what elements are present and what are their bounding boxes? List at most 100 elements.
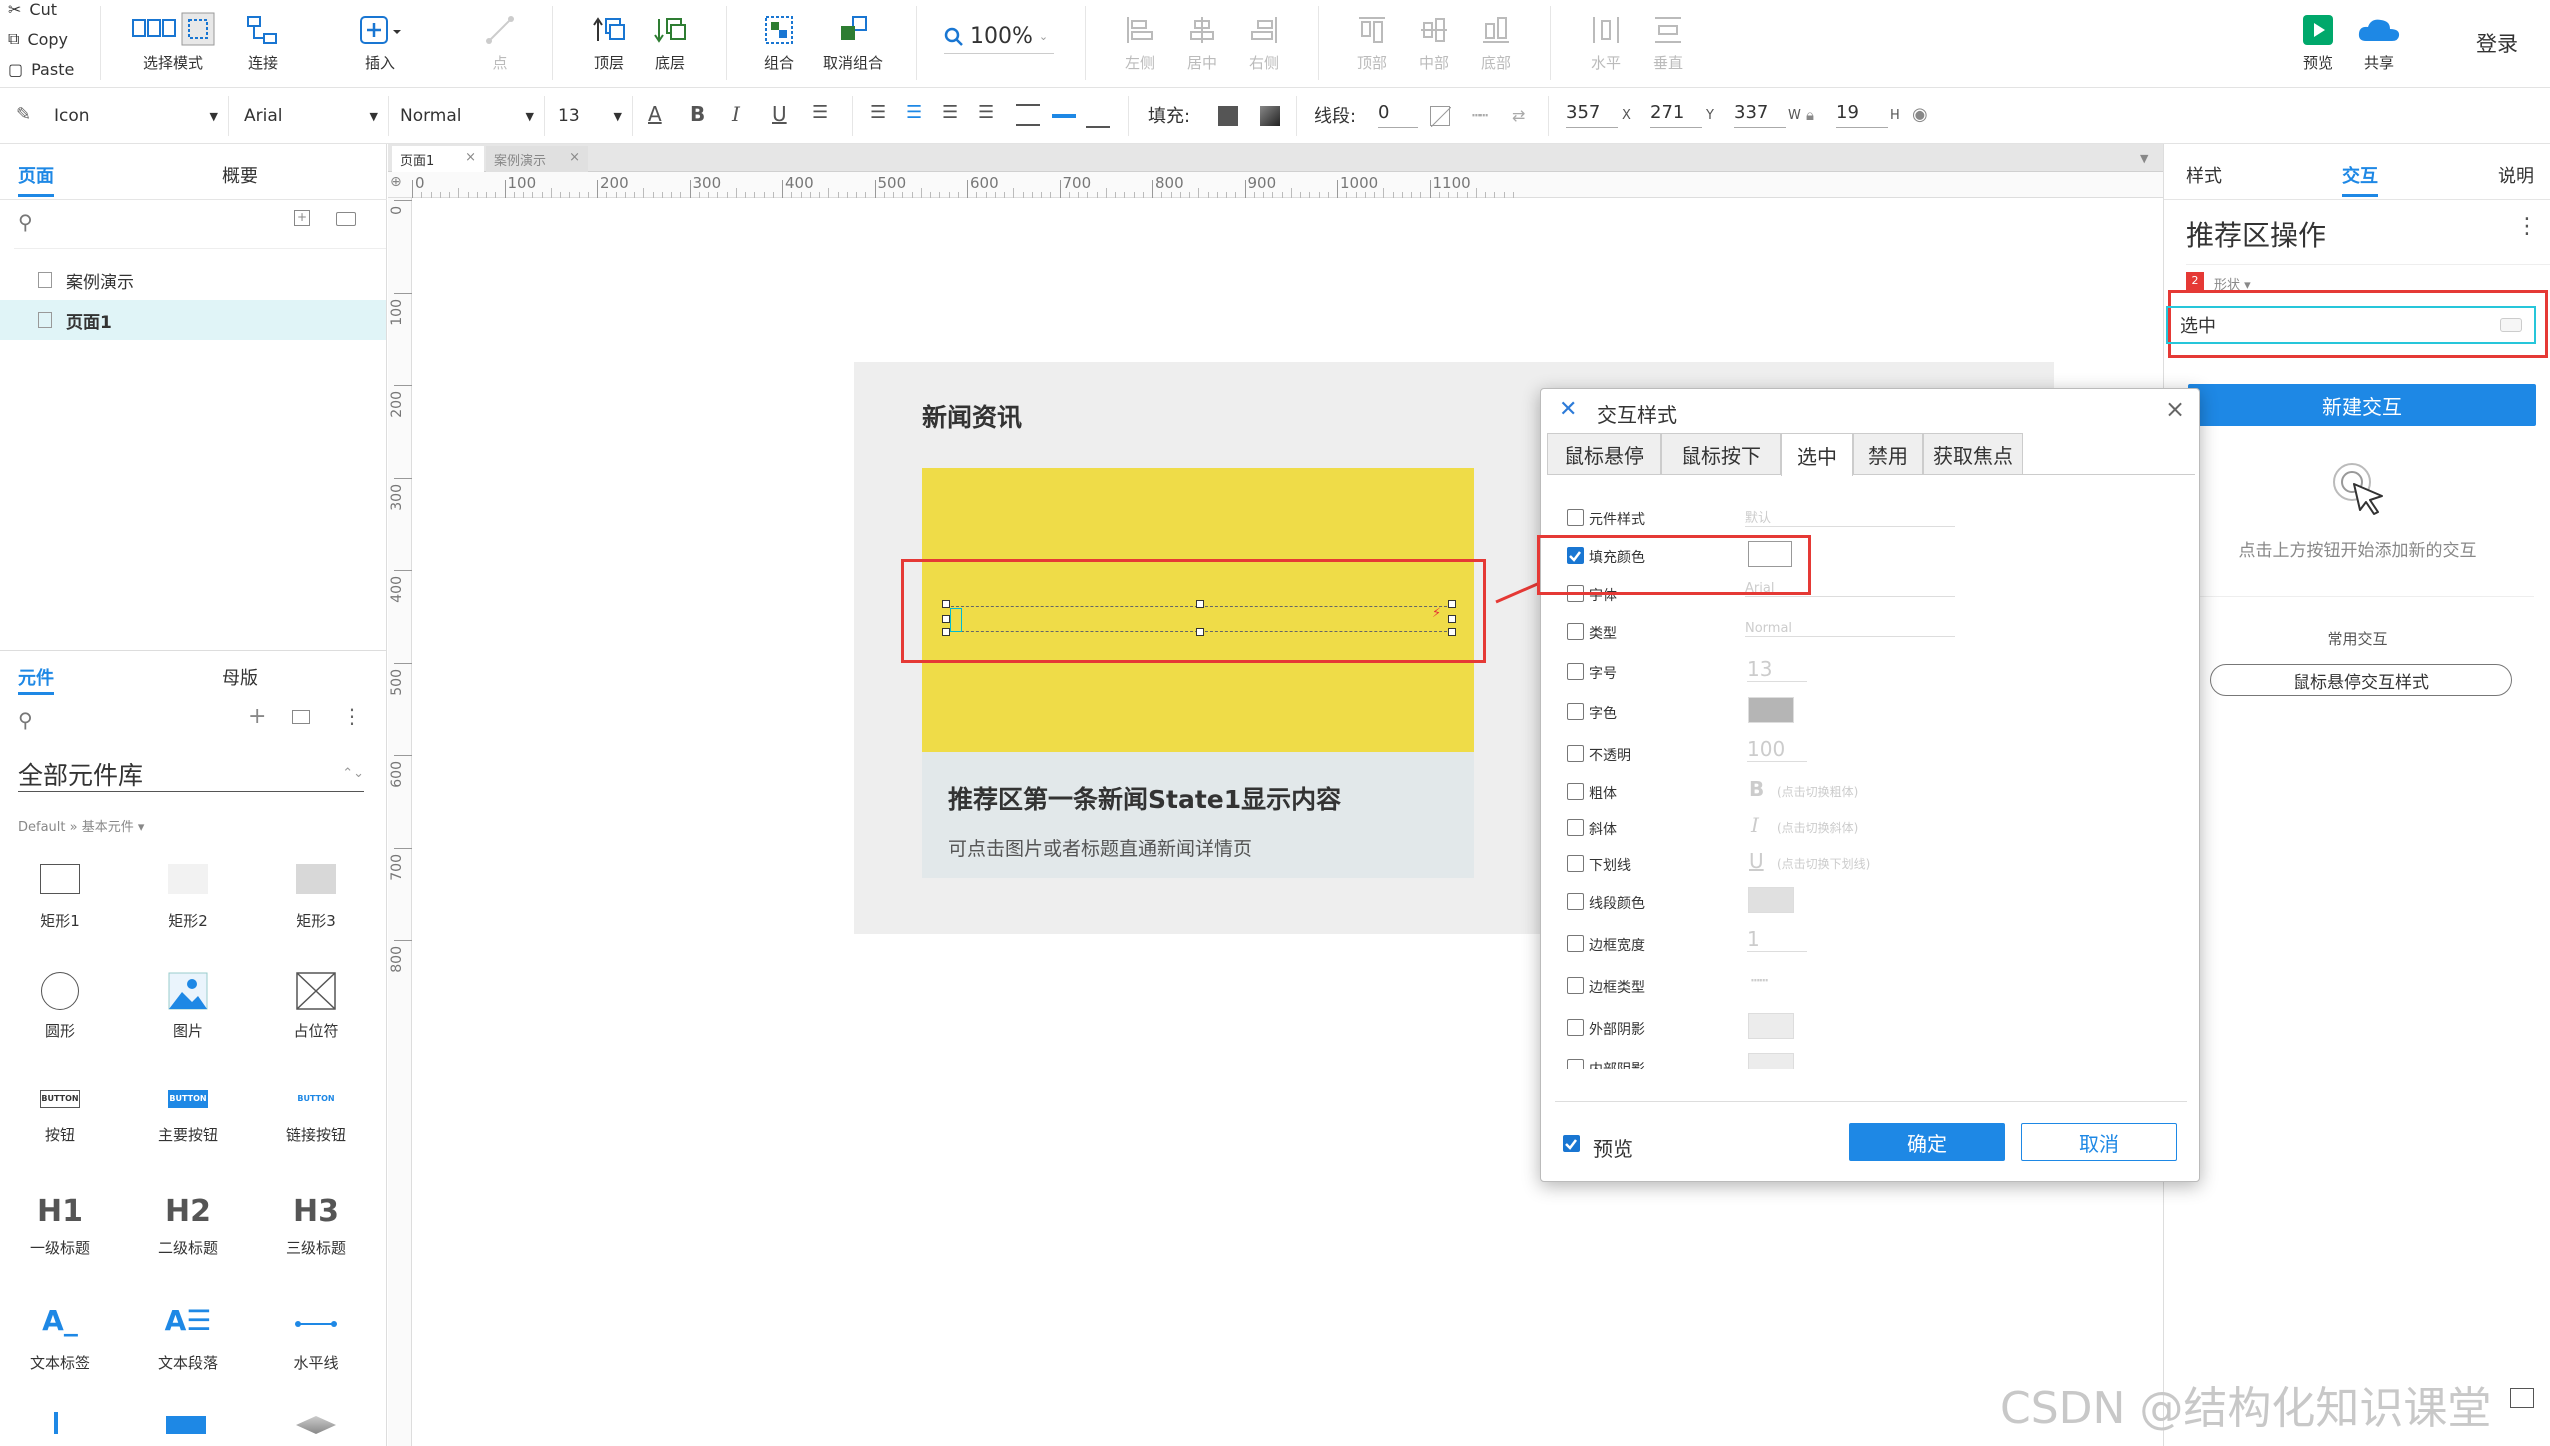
more-vertical-icon[interactable]: ⋮ — [2516, 214, 2538, 239]
search-icon[interactable]: ⚲ — [18, 708, 33, 732]
bold-icon[interactable]: B — [690, 102, 705, 126]
cancel-button[interactable]: 取消 — [2021, 1123, 2177, 1161]
y-input[interactable]: 271 — [1650, 102, 1702, 128]
stroke-width-input[interactable]: 0 — [1378, 102, 1418, 128]
stroke-pattern-icon[interactable]: ┅┅ — [1472, 108, 1488, 124]
checkbox-inner-shadow[interactable] — [1567, 1059, 1584, 1069]
search-icon[interactable]: ⚲ — [18, 210, 33, 234]
library-breadcrumb[interactable]: Default » 基本元件 ▾ — [18, 816, 144, 835]
fill-color-swatch[interactable] — [1218, 106, 1238, 126]
valign-bottom-icon[interactable] — [1086, 118, 1110, 128]
visibility-eye-icon[interactable]: ◉ — [1912, 104, 1928, 125]
border-width-input[interactable]: 1 — [1747, 927, 1807, 952]
align-center-button[interactable]: 居中 — [1180, 8, 1224, 73]
checkbox-type[interactable] — [1567, 623, 1584, 640]
widget-h3[interactable]: H3 三级标题 — [256, 1194, 376, 1258]
widget-style-select[interactable]: 默认 — [1745, 507, 1955, 527]
inner-shadow-swatch[interactable] — [1748, 1053, 1794, 1069]
more-vertical-icon[interactable]: ⋮ — [342, 704, 362, 728]
stroke-color-swatch[interactable] — [1748, 887, 1794, 913]
panel-toggle-icon[interactable] — [2510, 1388, 2534, 1408]
height-input[interactable]: 19 — [1836, 102, 1888, 128]
add-page-icon[interactable]: + — [294, 210, 310, 226]
widget-name-field[interactable]: 推荐区操作 — [2186, 214, 2326, 254]
page-item-selected[interactable]: 页面1 — [0, 300, 386, 340]
checkbox-font-size[interactable] — [1567, 663, 1584, 680]
tab-selected[interactable]: 选中 — [1781, 433, 1853, 476]
checkbox-opacity[interactable] — [1567, 745, 1584, 762]
valign-middle-icon[interactable] — [1052, 114, 1076, 118]
connect-button[interactable]: 连接 — [238, 8, 288, 73]
insert-button[interactable]: 插入 — [355, 8, 405, 73]
arrow-style-icon[interactable]: ⇄ — [1512, 106, 1525, 125]
valign-top-icon[interactable] — [1016, 104, 1040, 126]
add-library-icon[interactable]: + — [248, 704, 266, 729]
type-select[interactable]: Normal — [1745, 621, 1955, 637]
border-type-icon[interactable]: ┅┅ — [1751, 973, 1768, 989]
select-mode-button[interactable]: 选择模式 — [118, 8, 228, 73]
layers-icon[interactable] — [296, 1416, 336, 1434]
checkbox-stroke-color[interactable] — [1567, 893, 1584, 910]
opacity-input[interactable]: 100 — [1747, 737, 1807, 762]
page-item[interactable]: 案例演示 — [0, 260, 386, 300]
tab-hover[interactable]: 鼠标悬停 — [1547, 433, 1661, 475]
distribute-horizontal-button[interactable]: 水平 — [1584, 8, 1628, 73]
font-size-input[interactable]: 13 — [1747, 657, 1807, 682]
checkbox-widget-style[interactable] — [1567, 509, 1584, 526]
tab-masters[interactable]: 母版 — [222, 664, 258, 690]
cut-button[interactable]: ✂ Cut — [8, 0, 57, 19]
stroke-color-swatch[interactable] — [1430, 106, 1452, 128]
ok-button[interactable]: 确定 — [1849, 1123, 2005, 1161]
widget-circle[interactable]: 圆形 — [0, 972, 120, 1041]
hotspot-icon[interactable] — [166, 1416, 206, 1434]
point-button[interactable]: 点 — [478, 8, 522, 73]
font-color-icon[interactable]: A — [648, 102, 662, 126]
tab-pages[interactable]: 页面 — [18, 162, 54, 188]
tab-widgets[interactable]: 元件 — [18, 664, 54, 690]
tab-interactions[interactable]: 交互 — [2342, 162, 2378, 188]
tab-focus[interactable]: 获取焦点 — [1923, 433, 2023, 475]
close-icon[interactable]: × — [2165, 395, 2185, 423]
outer-shadow-swatch[interactable] — [1748, 1013, 1794, 1039]
copy-button[interactable]: ⧉ Copy — [8, 29, 68, 49]
tab-disabled[interactable]: 禁用 — [1853, 433, 1923, 475]
ungroup-button[interactable]: 取消组合 — [818, 8, 888, 73]
align-middle-button[interactable]: 中部 — [1412, 8, 1456, 73]
hover-style-button[interactable]: 鼠标悬停交互样式 — [2210, 664, 2512, 696]
align-top-button[interactable]: 顶部 — [1350, 8, 1394, 73]
tab-mousedown[interactable]: 鼠标按下 — [1661, 433, 1781, 475]
widget-primary-button[interactable]: BUTTON 主要按钮 — [128, 1090, 248, 1145]
library-manage-icon[interactable] — [292, 710, 310, 724]
send-to-back-button[interactable]: 底层 — [645, 8, 695, 73]
news-title[interactable]: 推荐区第一条新闻State1显示内容 — [948, 780, 1341, 816]
bold-icon[interactable]: B — [1749, 777, 1764, 801]
underline-icon[interactable]: U — [1749, 849, 1764, 873]
zoom-select[interactable]: 100% ⌄ — [944, 20, 1054, 54]
close-icon[interactable]: × — [569, 150, 580, 168]
selection-state-field[interactable]: 选中 — [2166, 306, 2536, 344]
distribute-vertical-button[interactable]: 垂直 — [1646, 8, 1690, 73]
italic-icon[interactable]: I — [1751, 813, 1759, 837]
widget-placeholder[interactable]: 占位符 — [256, 972, 376, 1041]
widget-text-paragraph[interactable]: A☰ 文本段落 — [128, 1304, 248, 1373]
tab-style[interactable]: 样式 — [2186, 162, 2222, 188]
widget-link-button[interactable]: BUTTON 链接按钮 — [256, 1090, 376, 1145]
font-size-select[interactable]: 13 ▼ — [558, 100, 622, 132]
checkbox-bold[interactable] — [1567, 783, 1584, 800]
checkbox-border-type[interactable] — [1567, 977, 1584, 994]
widget-horizontal-line[interactable]: 水平线 — [256, 1304, 376, 1373]
font-family-select[interactable]: Arial ▼ — [244, 100, 378, 132]
group-button[interactable]: 组合 — [754, 8, 804, 73]
paste-button[interactable]: ▢ Paste — [8, 60, 74, 79]
x-input[interactable]: 357 — [1566, 102, 1618, 128]
align-bottom-button[interactable]: 底部 — [1474, 8, 1518, 73]
font-weight-select[interactable]: Normal ▼ — [400, 100, 534, 132]
widget-rect3[interactable]: 矩形3 — [256, 864, 376, 931]
share-button[interactable]: 共享 — [2354, 8, 2404, 73]
doc-tab-active[interactable]: 页面1 × — [392, 146, 484, 172]
news-card[interactable]: 推荐区第一条新闻State1显示内容 可点击图片或者标题直通新闻详情页 — [922, 752, 1474, 878]
style-select[interactable]: Icon ▼ — [54, 100, 218, 132]
underline-icon[interactable]: U — [772, 102, 787, 126]
widget-h2[interactable]: H2 二级标题 — [128, 1194, 248, 1258]
preview-button[interactable]: 预览 — [2296, 8, 2340, 73]
